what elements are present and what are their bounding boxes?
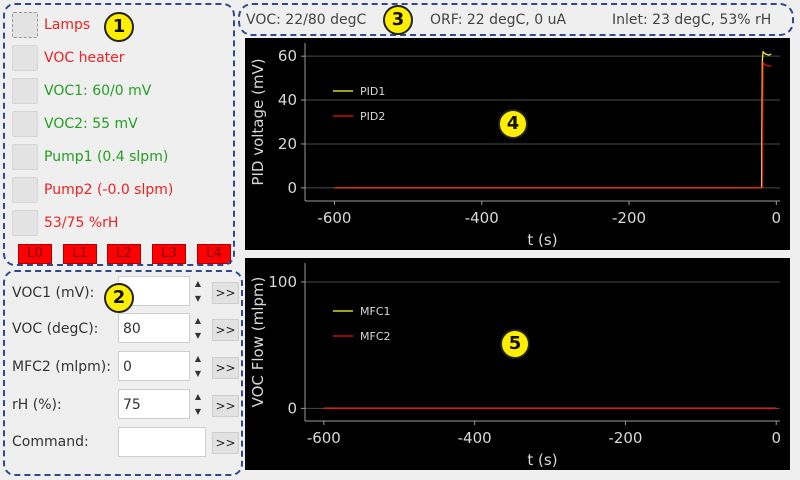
- y-tick-label: 60: [278, 47, 297, 65]
- y-tick-label: 0: [287, 399, 297, 417]
- y-axis-label: PID voltage (mV): [249, 58, 267, 185]
- x-tick-label: -400: [465, 209, 499, 227]
- series-line-pid2: [334, 61, 772, 189]
- y-tick-label: 100: [268, 273, 297, 291]
- annotation-badge-1: 1: [104, 12, 134, 42]
- pid-chart-panel: 0 20 40 60 -600 -400 -200 0 t (s) PID voltage (mV…: [245, 38, 790, 250]
- legend-label-pid2: PID2: [360, 110, 385, 123]
- legend-label-mfc1: MFC1: [360, 305, 391, 318]
- annotation-badge-5: 5: [500, 329, 530, 359]
- annotation-badge-2: 2: [104, 283, 134, 313]
- x-tick-label: 0: [772, 209, 782, 227]
- pid-chart: 0 20 40 60 -600 -400 -200 0 t (s) PID voltage (mV…: [249, 43, 782, 249]
- annotation-badge-3: 3: [383, 5, 413, 35]
- x-tick-label: -400: [458, 429, 492, 447]
- annotation-box-1: [3, 3, 235, 266]
- y-tick-label: 40: [278, 91, 297, 109]
- flow-chart: 0 100 -600 -400 -200 0 t (s) VOC Flow (mlpm) MFC…: [249, 263, 781, 469]
- x-tick-label: -600: [307, 429, 341, 447]
- x-tick-label: -200: [608, 429, 642, 447]
- legend-label-mfc2: MFC2: [360, 330, 391, 343]
- series-line-pid1: [334, 50, 772, 189]
- y-axis-label: VOC Flow (mlpm): [249, 277, 267, 408]
- y-tick-label: 0: [287, 179, 297, 197]
- y-tick-label: 20: [278, 135, 297, 153]
- x-tick-label: 0: [771, 429, 781, 447]
- legend-label-pid1: PID1: [360, 85, 385, 98]
- x-tick-label: -600: [317, 209, 351, 227]
- annotation-badge-4: 4: [498, 109, 528, 139]
- x-tick-label: -200: [612, 209, 646, 227]
- flow-chart-panel: 0 100 -600 -400 -200 0 t (s) VOC Flow (mlpm) MFC…: [245, 258, 790, 470]
- x-axis-label: t (s): [527, 231, 557, 249]
- annotation-box-3: [238, 3, 794, 36]
- x-axis-label: t (s): [527, 451, 557, 469]
